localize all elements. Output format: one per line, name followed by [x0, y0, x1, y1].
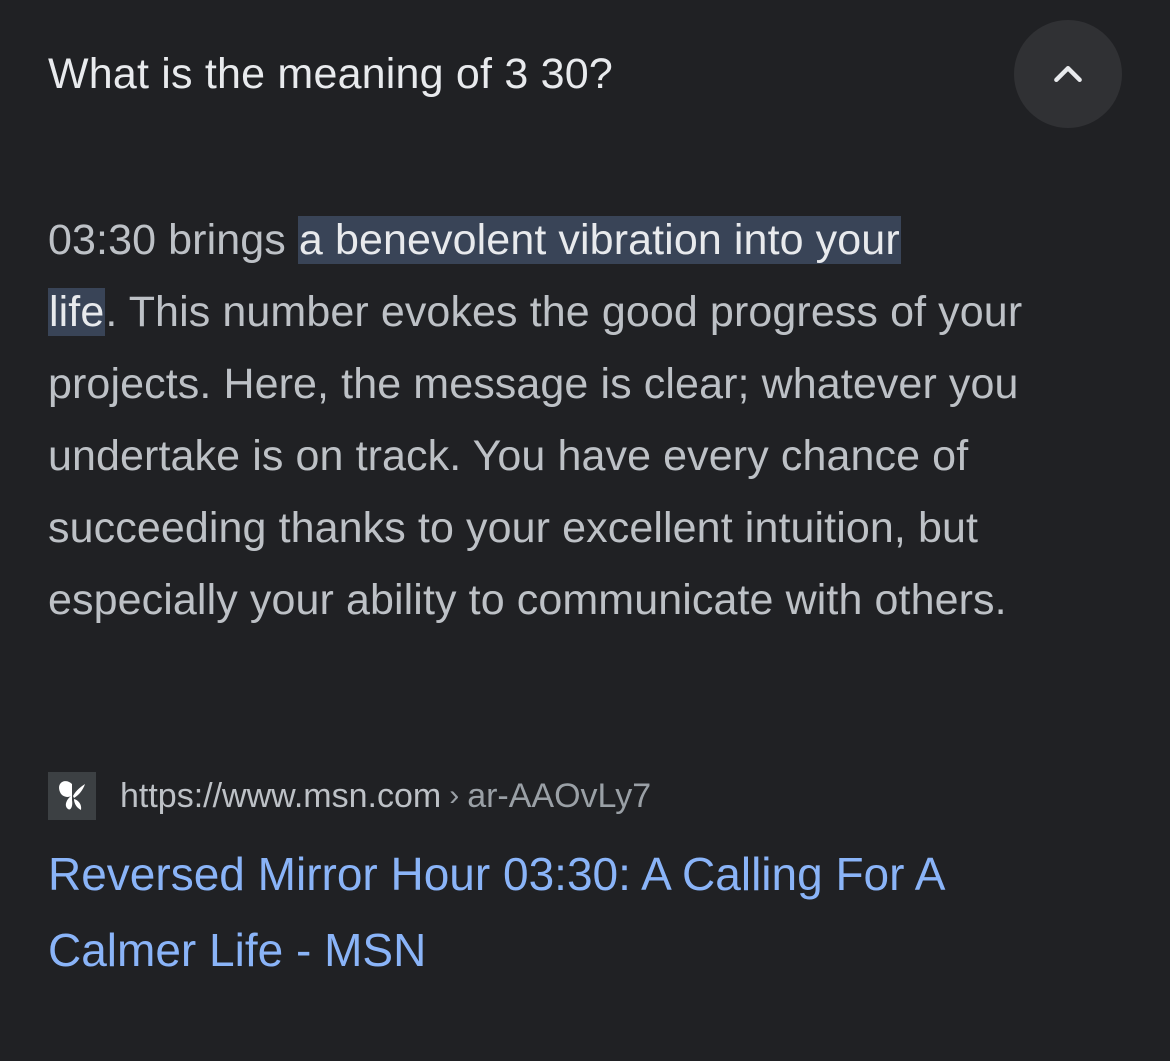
source-path[interactable]: ar-AAOvLy7 [467, 777, 651, 816]
collapse-button[interactable] [1014, 20, 1122, 128]
answer-text: 03:30 brings a benevolent vibration into… [48, 204, 1128, 636]
chevron-up-icon [1054, 66, 1082, 83]
breadcrumb-separator: › [449, 779, 460, 812]
answer-body: . This number evokes the good progress o… [48, 288, 1023, 624]
source-row[interactable]: https://www.msn.com › ar-AAOvLy7 [48, 770, 651, 822]
result-title-link[interactable]: Reversed Mirror Hour 03:30: A Calling Fo… [48, 836, 1048, 988]
question-header[interactable]: What is the meaning of 3 30? [48, 20, 1122, 128]
question-title[interactable]: What is the meaning of 3 30? [48, 46, 613, 102]
source-url[interactable]: https://www.msn.com [120, 777, 441, 816]
answer-highlight: a benevolent vibration into your [297, 216, 901, 264]
answer-highlight-continued: life [48, 288, 106, 336]
answer-prefix: 03:30 brings [48, 216, 298, 264]
msn-butterfly-icon [48, 772, 96, 820]
